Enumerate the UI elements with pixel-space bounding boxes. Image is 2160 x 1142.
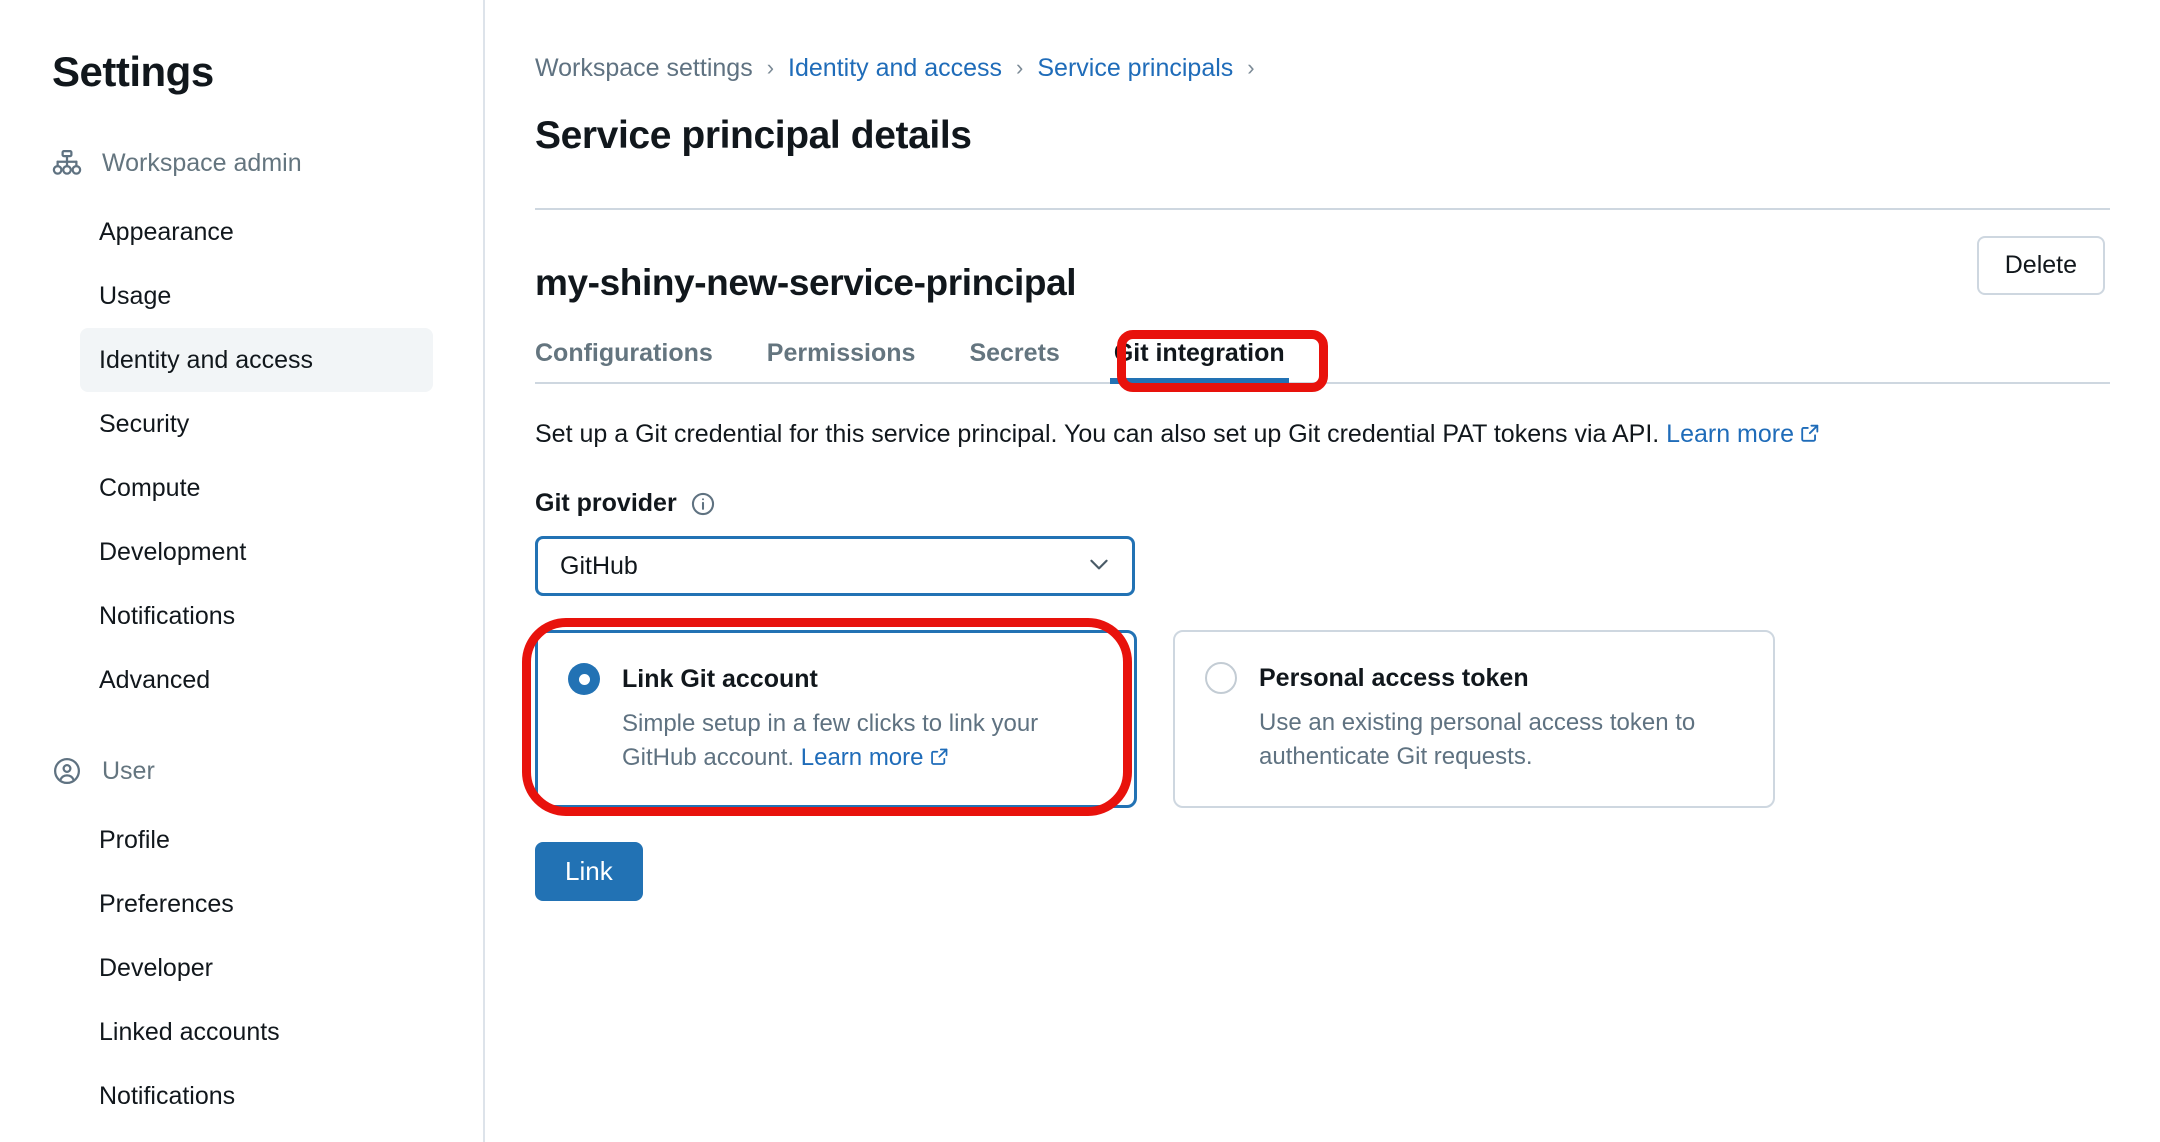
sidebar-item-label: Security xyxy=(99,409,190,438)
sidebar-item-identity-and-access[interactable]: Identity and access xyxy=(80,328,433,392)
sidebar-group-label: User xyxy=(102,756,155,785)
header-divider xyxy=(535,208,2110,210)
sidebar-item-development[interactable]: Development xyxy=(80,520,433,584)
settings-sidebar: Settings Workspace admin Appearance Usag… xyxy=(0,0,485,1142)
git-provider-select[interactable]: GitHub xyxy=(535,536,1135,596)
learn-more-label: Learn more xyxy=(1666,420,1795,448)
external-link-icon xyxy=(1799,422,1821,451)
option-card-personal-access-token[interactable]: Personal access token Use an existing pe… xyxy=(1173,630,1775,809)
sidebar-item-profile[interactable]: Profile xyxy=(80,808,433,872)
tab-permissions[interactable]: Permissions xyxy=(767,339,916,382)
sidebar-item-label: Usage xyxy=(99,281,172,310)
option-description: Simple setup in a few clicks to link you… xyxy=(622,707,1102,777)
sidebar-title: Settings xyxy=(52,48,214,95)
chevron-down-icon xyxy=(1086,551,1112,582)
sidebar-item-label: Profile xyxy=(99,825,170,854)
sidebar-item-label: Appearance xyxy=(99,217,234,246)
sidebar-item-label: Development xyxy=(99,537,247,566)
sidebar-item-label: Notifications xyxy=(99,1081,236,1110)
chevron-right-icon: › xyxy=(766,55,775,80)
user-circle-icon xyxy=(52,756,82,786)
link-submit-button[interactable]: Link xyxy=(535,842,643,902)
breadcrumb-item-identity-and-access[interactable]: Identity and access xyxy=(788,54,1002,83)
git-credential-options: Link Git account Simple setup in a few c… xyxy=(535,630,2160,809)
breadcrumb-item-service-principals[interactable]: Service principals xyxy=(1037,54,1233,83)
learn-more-label: Learn more xyxy=(800,744,924,772)
sidebar-item-label: Identity and access xyxy=(99,345,314,374)
tab-secrets[interactable]: Secrets xyxy=(969,339,1059,382)
chevron-right-icon: › xyxy=(1247,55,1255,80)
sidebar-item-label: Notifications xyxy=(99,601,236,630)
git-provider-selected-value: GitHub xyxy=(560,551,638,580)
sidebar-item-appearance[interactable]: Appearance xyxy=(80,200,433,264)
org-chart-icon xyxy=(52,148,82,178)
breadcrumb-item-workspace-settings: Workspace settings xyxy=(535,53,753,82)
sidebar-item-label: Linked accounts xyxy=(99,1017,280,1046)
entity-name: my-shiny-new-service-principal xyxy=(535,262,1077,303)
learn-more-link[interactable]: Learn more xyxy=(1666,420,1821,448)
main-content: Workspace settings › Identity and access… xyxy=(485,0,2160,1142)
git-integration-description: Set up a Git credential for this service… xyxy=(485,420,2160,451)
sidebar-item-notifications-user[interactable]: Notifications xyxy=(80,1064,433,1128)
radio-personal-access-token[interactable] xyxy=(1205,662,1237,694)
sidebar-item-linked-accounts[interactable]: Linked accounts xyxy=(80,1000,433,1064)
learn-more-link[interactable]: Learn more xyxy=(801,744,950,771)
option-title: Personal access token xyxy=(1259,663,1529,692)
page-title: Service principal details xyxy=(535,114,972,157)
git-provider-label: Git provider xyxy=(535,489,677,517)
sidebar-item-advanced[interactable]: Advanced xyxy=(80,648,433,712)
delete-button[interactable]: Delete xyxy=(1976,236,2105,295)
sidebar-group-workspace-admin: Workspace admin xyxy=(0,140,483,186)
sidebar-item-notifications[interactable]: Notifications xyxy=(80,584,433,648)
external-link-icon xyxy=(929,743,950,777)
tab-configurations[interactable]: Configurations xyxy=(535,339,713,382)
breadcrumb: Workspace settings › Identity and access… xyxy=(485,48,2160,88)
sidebar-item-compute[interactable]: Compute xyxy=(80,456,433,520)
sidebar-group-user: User xyxy=(0,748,483,794)
option-title: Link Git account xyxy=(622,664,818,693)
entity-header-row: my-shiny-new-service-principal Delete xyxy=(485,236,2160,304)
sidebar-item-label: Advanced xyxy=(99,665,211,694)
option-card-header: Link Git account xyxy=(568,663,1102,695)
sidebar-item-label: Developer xyxy=(99,953,213,982)
sidebar-item-usage[interactable]: Usage xyxy=(80,264,433,328)
settings-page: Settings Workspace admin Appearance Usag… xyxy=(0,0,2160,1142)
sidebar-group-label: Workspace admin xyxy=(102,148,302,177)
chevron-right-icon: › xyxy=(1016,55,1024,80)
radio-link-git-account[interactable] xyxy=(568,663,600,695)
tab-bar: Configurations Permissions Secrets Git i… xyxy=(485,326,2160,384)
tab-bar-divider xyxy=(535,382,2110,384)
description-text: Set up a Git credential for this service… xyxy=(535,420,1660,448)
sidebar-item-developer[interactable]: Developer xyxy=(80,936,433,1000)
sidebar-item-label: Compute xyxy=(99,473,201,502)
info-circle-icon[interactable] xyxy=(690,491,716,517)
option-card-link-git-account[interactable]: Link Git account Simple setup in a few c… xyxy=(535,630,1137,809)
tab-git-integration[interactable]: Git integration xyxy=(1109,339,1289,384)
sidebar-item-label: Preferences xyxy=(99,889,234,918)
sidebar-item-preferences[interactable]: Preferences xyxy=(80,872,433,936)
option-description: Use an existing personal access token to… xyxy=(1259,709,1696,771)
git-provider-label-row: Git provider xyxy=(485,489,2160,518)
sidebar-item-security[interactable]: Security xyxy=(80,392,433,456)
option-card-header: Personal access token xyxy=(1205,662,1741,694)
